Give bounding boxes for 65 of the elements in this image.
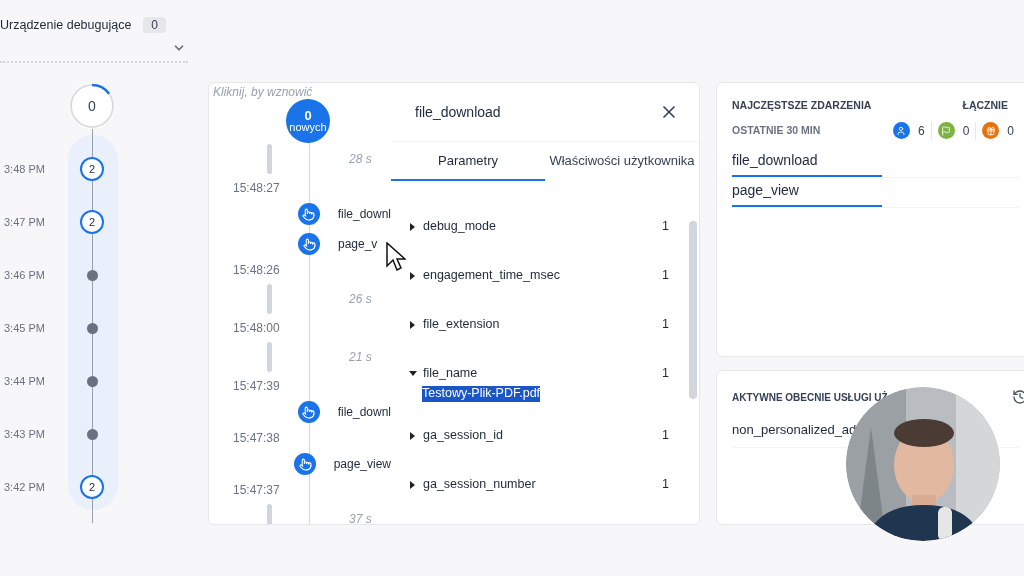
expand-triangle-icon[interactable] [409,480,417,489]
parameter-name[interactable]: file_name [423,364,663,383]
event-time: 15:47:39 [233,378,280,395]
counter-value: 0 [1007,122,1014,140]
minute-label: 3:43 PM [3,427,46,442]
new-events-bubble[interactable]: 0 nowych [286,99,330,143]
minute-label: 3:47 PM [3,215,46,230]
expand-triangle-icon[interactable] [409,271,417,280]
parameter-count: 1 [662,476,669,494]
expand-triangle-icon[interactable] [409,320,417,329]
parameter-count: 1 [662,267,669,285]
time-gap-bar [267,284,272,314]
parameter-name[interactable]: ga_session_number [423,475,663,494]
parameter-name[interactable]: file_extension [423,315,663,334]
top-event-name[interactable]: page_view [732,179,1020,205]
parameter-count: 1 [662,365,669,383]
device-label: Urządzenie debugujące [0,17,132,34]
event-details-title: file_download [415,102,501,122]
event-time: 15:47:37 [233,482,280,499]
parameter-name[interactable]: engagement_time_msec [423,266,663,285]
gap-duration: 28 s [349,151,372,168]
gap-duration: 26 s [349,291,372,308]
parameter-count: 1 [662,218,669,236]
parameter-name[interactable]: debug_mode [423,217,663,236]
countdown-ring: 0 [69,82,115,129]
pointer-event-icon[interactable] [297,203,320,225]
event-time: 15:48:27 [233,180,280,197]
minute-label: 3:48 PM [3,162,46,177]
details-tab[interactable]: Właściwości użytkownika [545,142,699,181]
minute-label: 3:44 PM [3,374,46,389]
event-time: 15:47:38 [233,430,280,447]
time-gap-bar [267,144,272,174]
total-label: ŁĄCZNIE [962,98,1008,113]
pointer-event-icon[interactable] [297,401,320,423]
expand-triangle-icon[interactable] [409,369,417,378]
history-icon[interactable] [1012,389,1024,405]
top-events-title: NAJCZĘSTSZE ZDARZENIA [732,98,872,113]
minute-label: 3:42 PM [3,480,46,495]
stream-event[interactable]: page_v [338,235,378,253]
counter-value: 0 [962,122,970,140]
device-count: 0 [143,17,167,34]
event-time: 15:48:00 [233,320,280,337]
expand-triangle-icon[interactable] [409,222,417,231]
event-time: 15:48:26 [233,262,280,279]
parameter-name[interactable]: ga_session_id [423,426,663,445]
stream-event[interactable]: file_downl [337,205,391,223]
period-label: OSTATNIE 30 MIN [732,122,822,138]
gap-duration: 37 s [349,511,372,524]
pointer-event-icon[interactable] [294,453,316,475]
parameter-value: Testowy-Plik-PDF.pdf [422,386,541,402]
minute-label: 3:45 PM [3,321,46,336]
top-event-name[interactable]: file_download [732,149,1020,175]
minute-label: 3:46 PM [3,268,46,283]
counter-value: 6 [917,122,925,140]
parameter-count: 1 [662,427,669,445]
expand-triangle-icon[interactable] [409,431,417,440]
stream-event[interactable]: page_view [333,455,391,473]
pointer-event-icon[interactable] [298,233,320,255]
active-service: non_personalized_ad [732,422,857,437]
parameter-count: 1 [662,316,669,334]
time-gap-bar [267,342,272,372]
stream-event[interactable]: file_downl [337,403,391,421]
scrollbar[interactable] [689,221,697,399]
gap-duration: 21 s [349,349,372,366]
details-tab[interactable]: Parametry [391,142,545,181]
